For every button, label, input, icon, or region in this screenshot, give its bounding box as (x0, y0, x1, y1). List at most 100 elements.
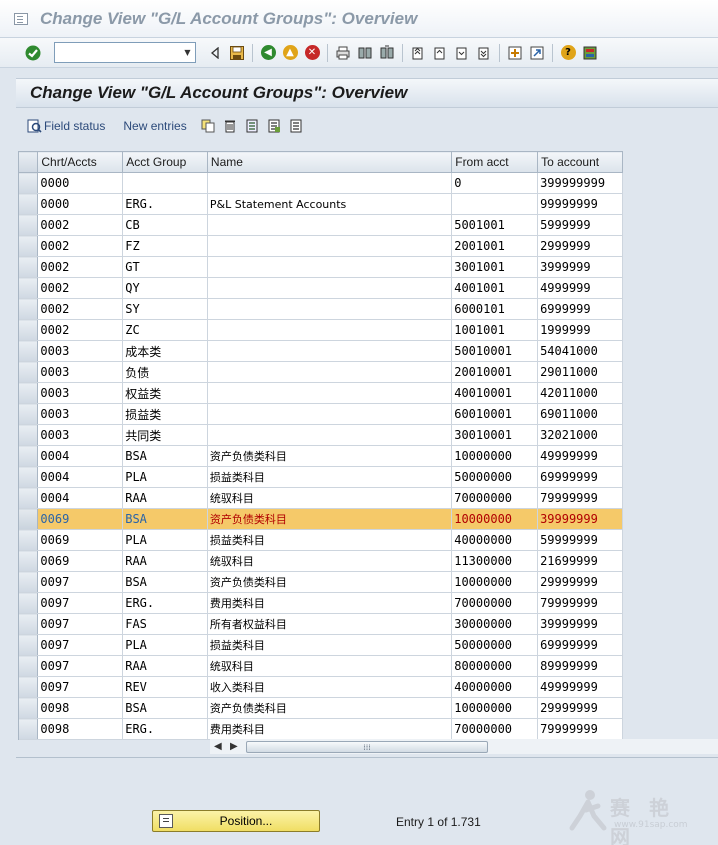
row-selector[interactable] (19, 655, 39, 677)
row-selector[interactable] (19, 613, 39, 635)
cell-from-acct[interactable]: 70000000 (451, 487, 539, 509)
cell-from-acct[interactable]: 10000000 (451, 697, 539, 719)
cell-from-acct[interactable]: 50010001 (451, 340, 539, 362)
cell-from-acct[interactable]: 4001001 (451, 277, 539, 299)
cell-from-acct[interactable]: 6000101 (451, 298, 539, 320)
column-header-chrt-accts[interactable]: Chrt/Accts (37, 151, 124, 173)
shortcut-icon[interactable] (528, 44, 546, 62)
table-row[interactable]: 0097 BSA 资产负债类科目 10000000 29999999 (19, 571, 623, 593)
column-header-name[interactable]: Name (207, 151, 453, 173)
cell-acct-group[interactable]: PLA (122, 529, 208, 551)
table-row[interactable]: 0098 BSA 资产负债类科目 10000000 29999999 (19, 697, 623, 719)
print-icon[interactable] (334, 44, 352, 62)
next-page-icon[interactable] (453, 44, 471, 62)
table-row[interactable]: 0097 REV 收入类科目 40000000 49999999 (19, 676, 623, 698)
row-selector[interactable] (19, 424, 39, 446)
cell-to-account[interactable]: 69999999 (537, 466, 623, 488)
cell-to-account[interactable]: 54041000 (537, 340, 623, 362)
cell-chrt-accts[interactable]: 0002 (37, 298, 124, 320)
cell-to-account[interactable]: 29999999 (537, 571, 623, 593)
cell-to-account[interactable]: 69011000 (537, 403, 623, 425)
table-row[interactable]: 0097 ERG. 费用类科目 70000000 79999999 (19, 592, 623, 614)
save-icon[interactable] (228, 44, 246, 62)
table-row[interactable]: 0003 成本类 50010001 54041000 (19, 340, 623, 362)
row-selector[interactable] (19, 382, 39, 404)
cell-name[interactable] (207, 361, 453, 383)
cell-chrt-accts[interactable]: 0098 (37, 718, 124, 740)
cell-name[interactable] (207, 298, 453, 320)
row-selector[interactable] (19, 487, 39, 509)
cell-acct-group[interactable]: PLA (122, 466, 208, 488)
window-menu-icon[interactable] (14, 12, 28, 25)
table-row[interactable]: 0097 FAS 所有者权益科目 30000000 39999999 (19, 613, 623, 635)
cell-to-account[interactable]: 1999999 (537, 319, 623, 341)
cell-to-account[interactable]: 89999999 (537, 655, 623, 677)
cell-acct-group[interactable]: ERG. (122, 718, 208, 740)
row-selector[interactable] (19, 340, 39, 362)
cell-chrt-accts[interactable]: 0003 (37, 403, 124, 425)
horizontal-scrollbar[interactable]: ◀ ▶ ⁞⁞⁞ (210, 739, 718, 754)
cell-from-acct[interactable]: 1001001 (451, 319, 539, 341)
row-selector[interactable] (19, 466, 39, 488)
cell-name[interactable] (207, 172, 453, 194)
cell-chrt-accts[interactable]: 0000 (37, 193, 124, 215)
row-selector[interactable] (19, 172, 39, 194)
cell-acct-group[interactable]: ERG. (122, 193, 208, 215)
cell-to-account[interactable]: 39999999 (537, 508, 623, 530)
cell-to-account[interactable]: 3999999 (537, 256, 623, 278)
enter-icon[interactable] (24, 44, 42, 62)
column-header-acct-group[interactable]: Acct Group (122, 151, 208, 173)
table-row[interactable]: 0098 ERG. 费用类科目 70000000 79999999 (19, 718, 623, 740)
scroll-thumb[interactable]: ⁞⁞⁞ (246, 741, 488, 753)
table-row[interactable]: 0002 CB 5001001 5999999 (19, 214, 623, 236)
cell-from-acct[interactable]: 10000000 (451, 571, 539, 593)
table-row[interactable]: 0002 FZ 2001001 2999999 (19, 235, 623, 257)
table-row[interactable]: 0003 权益类 40010001 42011000 (19, 382, 623, 404)
chevron-down-icon[interactable]: ▼ (180, 43, 195, 62)
cell-chrt-accts[interactable]: 0004 (37, 466, 124, 488)
cell-acct-group[interactable]: ZC (122, 319, 208, 341)
cell-acct-group[interactable] (122, 172, 208, 194)
cell-name[interactable] (207, 340, 453, 362)
table-row[interactable]: 0097 PLA 损益类科目 50000000 69999999 (19, 634, 623, 656)
undo-change-icon[interactable] (245, 119, 259, 133)
row-selector[interactable] (19, 592, 39, 614)
row-selector[interactable] (19, 214, 39, 236)
cell-name[interactable]: 费用类科目 (207, 592, 453, 614)
cell-name[interactable]: 所有者权益科目 (207, 613, 453, 635)
cell-from-acct[interactable]: 70000000 (451, 718, 539, 740)
cell-name[interactable] (207, 319, 453, 341)
row-selector[interactable] (19, 718, 39, 740)
cell-chrt-accts[interactable]: 0003 (37, 340, 124, 362)
scroll-right-icon[interactable]: ▶ (230, 741, 238, 752)
cell-from-acct[interactable]: 11300000 (451, 550, 539, 572)
cell-from-acct[interactable]: 60010001 (451, 403, 539, 425)
cell-chrt-accts[interactable]: 0004 (37, 487, 124, 509)
cell-to-account[interactable]: 39999999 (537, 613, 623, 635)
table-row[interactable]: 0069 BSA 资产负债类科目 10000000 39999999 (19, 508, 623, 530)
back-triangle-icon[interactable] (206, 44, 224, 62)
cell-to-account[interactable]: 6999999 (537, 298, 623, 320)
cell-acct-group[interactable]: 权益类 (122, 382, 208, 404)
cell-acct-group[interactable]: BSA (122, 697, 208, 719)
cell-name[interactable]: 资产负债类科目 (207, 445, 453, 467)
table-row[interactable]: 0004 RAA 统驭科目 70000000 79999999 (19, 487, 623, 509)
table-row[interactable]: 0002 ZC 1001001 1999999 (19, 319, 623, 341)
cell-from-acct[interactable]: 50000000 (451, 466, 539, 488)
select-all-icon[interactable] (267, 119, 281, 133)
scroll-left-icon[interactable]: ◀ (214, 741, 222, 752)
cell-chrt-accts[interactable]: 0002 (37, 256, 124, 278)
table-row[interactable]: 0003 负债 20010001 29011000 (19, 361, 623, 383)
command-field[interactable]: ▼ (54, 42, 196, 63)
cell-name[interactable] (207, 403, 453, 425)
cell-chrt-accts[interactable]: 0003 (37, 382, 124, 404)
cell-chrt-accts[interactable]: 0000 (37, 172, 124, 194)
cell-name[interactable] (207, 214, 453, 236)
cell-chrt-accts[interactable]: 0003 (37, 361, 124, 383)
cell-acct-group[interactable]: QY (122, 277, 208, 299)
find-next-icon[interactable] (378, 44, 396, 62)
cell-from-acct[interactable]: 10000000 (451, 508, 539, 530)
cell-chrt-accts[interactable]: 0069 (37, 508, 124, 530)
cell-name[interactable]: 资产负债类科目 (207, 508, 453, 530)
cell-chrt-accts[interactable]: 0097 (37, 571, 124, 593)
